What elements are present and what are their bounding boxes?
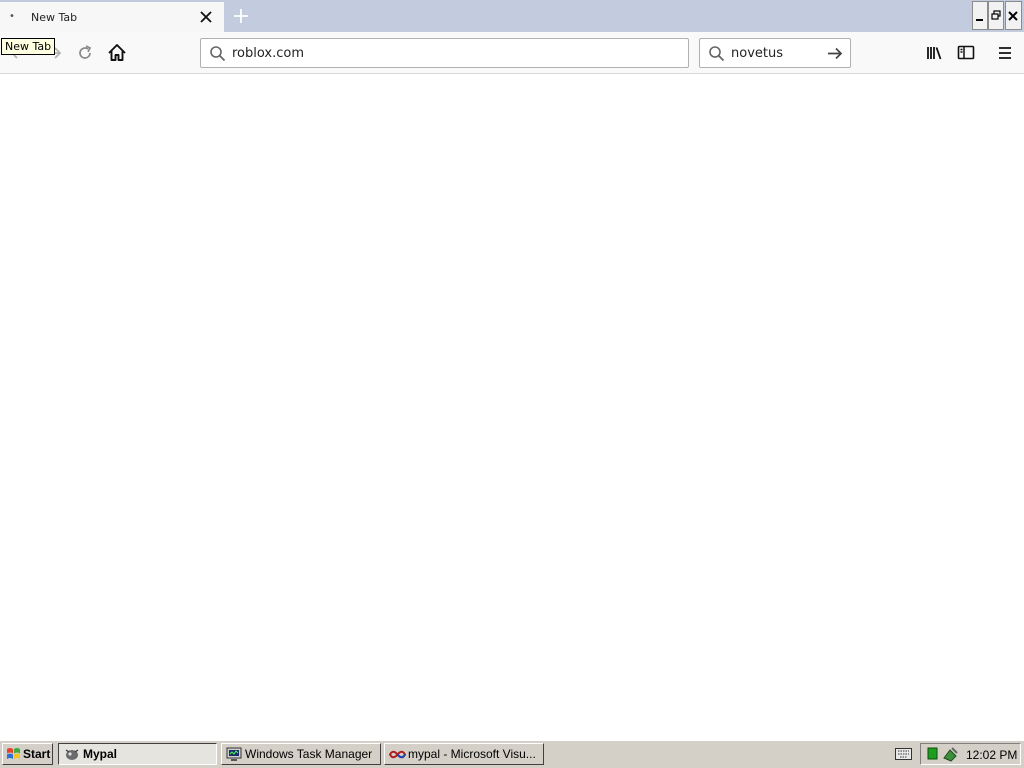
window-restore-button[interactable] bbox=[988, 1, 1004, 30]
safely-remove-hardware-icon[interactable] bbox=[942, 746, 959, 765]
taskbar-item-label: Windows Task Manager bbox=[245, 747, 373, 761]
network-status-icon[interactable] bbox=[927, 747, 938, 764]
tab-close-icon[interactable] bbox=[198, 9, 214, 25]
url-search-icon bbox=[209, 45, 226, 65]
page-content-area bbox=[0, 74, 1024, 740]
home-icon[interactable] bbox=[107, 43, 127, 63]
task-manager-icon bbox=[226, 747, 242, 764]
search-icon bbox=[708, 45, 725, 65]
tab-tooltip: New Tab bbox=[1, 38, 56, 55]
start-button[interactable]: Start bbox=[2, 743, 53, 765]
visual-studio-icon bbox=[388, 748, 407, 764]
clock: 12:02 PM bbox=[966, 748, 1018, 762]
sidebar-icon[interactable] bbox=[956, 43, 976, 63]
search-input-text[interactable]: novetus bbox=[731, 46, 783, 61]
mypal-app-icon bbox=[64, 747, 80, 764]
tab-strip: • New Tab bbox=[0, 0, 1024, 32]
window-minimize-button[interactable] bbox=[972, 1, 988, 30]
url-bar[interactable]: roblox.com bbox=[200, 38, 689, 68]
windows-taskbar: Start Mypal Windows Task Manager mypal -… bbox=[0, 740, 1024, 768]
system-tray: 12:02 PM bbox=[920, 743, 1021, 765]
tab-new-tab[interactable]: • New Tab bbox=[0, 0, 224, 32]
search-bar[interactable]: novetus bbox=[699, 38, 851, 68]
library-icon[interactable] bbox=[925, 43, 945, 63]
reload-icon[interactable] bbox=[75, 43, 95, 63]
taskbar-item-task-manager[interactable]: Windows Task Manager bbox=[221, 743, 381, 765]
taskbar-item-mypal[interactable]: Mypal bbox=[58, 743, 217, 765]
taskbar-item-label: Mypal bbox=[83, 747, 118, 761]
new-tab-plus-icon[interactable] bbox=[231, 6, 251, 26]
keyboard-icon[interactable] bbox=[895, 748, 912, 763]
hamburger-menu-icon[interactable] bbox=[995, 43, 1015, 63]
restore-icon bbox=[991, 10, 1001, 20]
taskbar-item-visual-studio[interactable]: mypal - Microsoft Visu... bbox=[384, 743, 544, 765]
windows-logo-icon bbox=[6, 747, 21, 764]
window-close-button[interactable] bbox=[1005, 1, 1022, 30]
search-go-arrow-right-icon[interactable] bbox=[826, 45, 844, 65]
url-text[interactable]: roblox.com bbox=[232, 46, 304, 61]
close-icon bbox=[1008, 11, 1018, 21]
navigation-toolbar: roblox.com novetus bbox=[0, 32, 1024, 74]
tab-title: New Tab bbox=[31, 11, 78, 24]
tab-favicon-dot: • bbox=[9, 11, 15, 22]
minimize-icon bbox=[976, 19, 983, 21]
start-label: Start bbox=[23, 747, 51, 761]
taskbar-item-label: mypal - Microsoft Visu... bbox=[408, 747, 536, 761]
